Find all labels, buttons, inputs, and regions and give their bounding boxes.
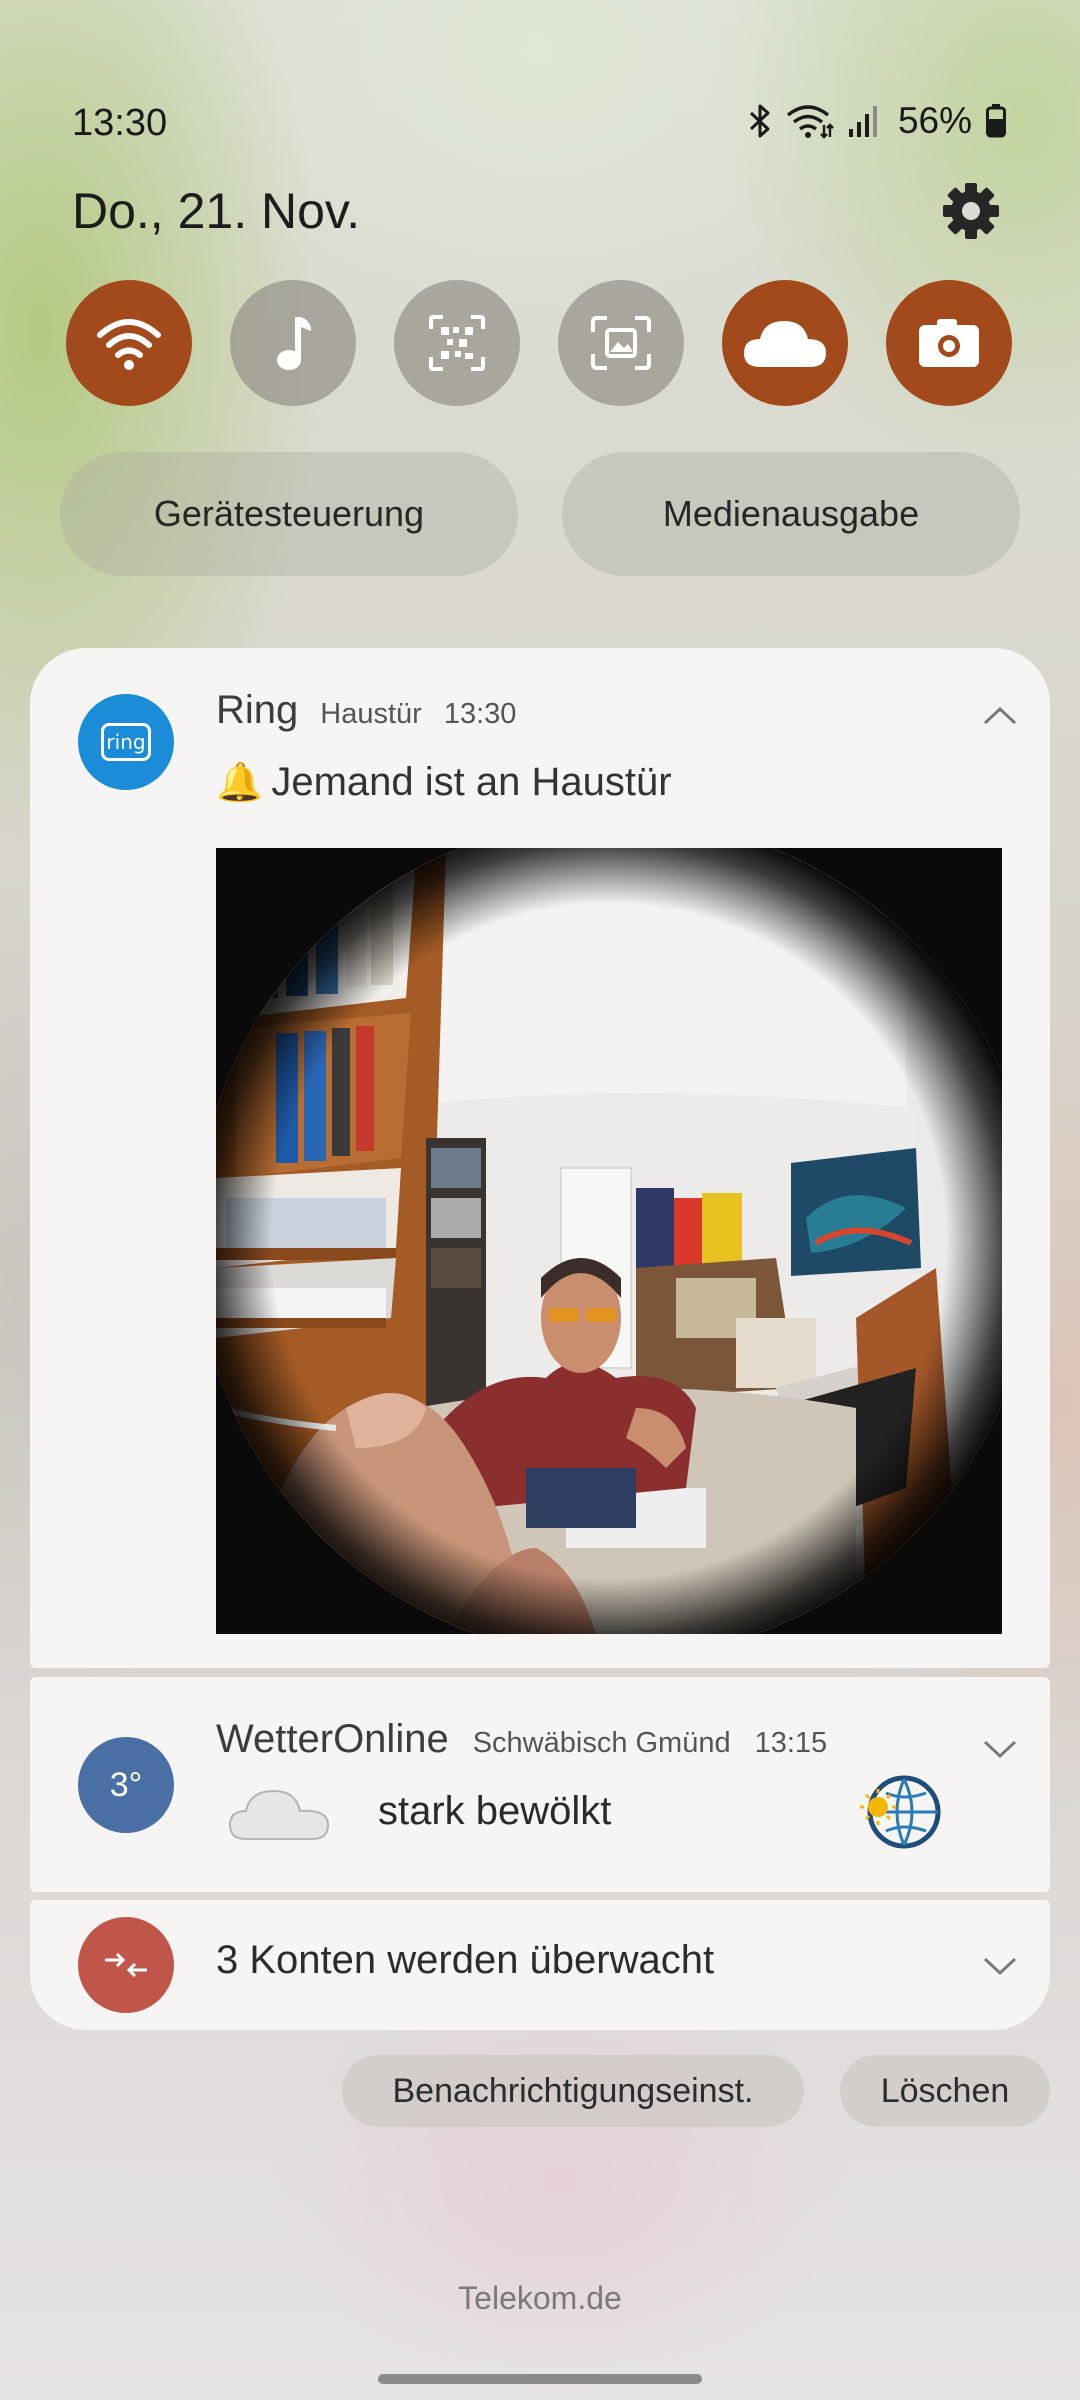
qr-scan-icon xyxy=(429,315,485,371)
screenshot-icon xyxy=(591,316,651,370)
camera-icon xyxy=(919,319,979,367)
camera-image xyxy=(216,848,1002,1634)
ring-notification[interactable]: ring Ring Haustür 13:30 🔔 Jemand ist an … xyxy=(30,648,1050,1668)
ring-message: Jemand ist an Haustür xyxy=(271,760,672,804)
wetteronline-notification[interactable]: 3° WetterOnline Schwäbisch Gmünd 13:15 s… xyxy=(30,1677,1050,1892)
wifi-tile[interactable] xyxy=(66,280,192,406)
settings-gear-icon[interactable] xyxy=(942,182,1000,240)
date-label: Do., 21. Nov. xyxy=(72,183,361,239)
chevron-up-icon[interactable] xyxy=(982,704,1018,726)
wifi-icon xyxy=(97,319,161,370)
bell-emoji: 🔔 xyxy=(216,761,264,804)
accounts-monitored-text: 3 Konten werden überwacht xyxy=(216,1938,715,1982)
camera-tile[interactable] xyxy=(886,280,1012,406)
temperature-label: 3° xyxy=(109,1765,143,1804)
ring-app-icon: ring xyxy=(78,694,174,790)
media-output-button[interactable]: Medienausgabe xyxy=(562,452,1020,576)
security-app-icon xyxy=(78,1917,174,2013)
doorbell-camera-snapshot[interactable] xyxy=(216,848,1002,1634)
wetteronline-logo-icon xyxy=(860,1775,941,1849)
music-tile[interactable] xyxy=(230,280,356,406)
ring-logo: ring xyxy=(101,723,151,761)
status-time: 13:30 xyxy=(72,102,168,144)
wifi-data-icon xyxy=(786,105,834,139)
bluetooth-icon xyxy=(749,104,770,138)
accounts-monitored-notification[interactable]: 3 Konten werden überwacht xyxy=(30,1900,1050,2030)
ring-device-name: Haustür xyxy=(320,698,422,730)
wetteronline-app-icon: 3° xyxy=(78,1737,174,1833)
transfer-arrows-icon xyxy=(105,1952,147,1978)
home-indicator[interactable] xyxy=(378,2374,702,2384)
ring-app-name: Ring xyxy=(216,688,299,732)
clear-all-button[interactable]: Löschen xyxy=(840,2055,1050,2127)
music-note-icon xyxy=(277,317,311,370)
chevron-down-icon[interactable] xyxy=(982,1739,1018,1761)
cloudy-weather-icon xyxy=(228,1789,330,1840)
notification-settings-button[interactable]: Benachrichtigungseinst. xyxy=(342,2055,804,2127)
wetteronline-time: 13:15 xyxy=(754,1727,828,1759)
chevron-down-icon[interactable] xyxy=(982,1956,1018,1978)
wetteronline-message: stark bewölkt xyxy=(378,1789,612,1833)
screenshot-tile[interactable] xyxy=(558,280,684,406)
cloud-icon xyxy=(744,321,826,367)
quick-settings-tiles xyxy=(0,280,1080,408)
battery-percent: 56% xyxy=(897,100,972,141)
wetteronline-app-name: WetterOnline xyxy=(216,1717,449,1761)
qr-scanner-tile[interactable] xyxy=(394,280,520,406)
device-control-button[interactable]: Gerätesteuerung xyxy=(60,452,518,576)
battery-icon xyxy=(986,104,1006,138)
ring-time: 13:30 xyxy=(443,698,517,730)
cloud-tile[interactable] xyxy=(722,280,848,406)
carrier-label: Telekom.de xyxy=(458,2280,622,2316)
wetteronline-location: Schwäbisch Gmünd xyxy=(472,1727,731,1759)
signal-icon xyxy=(848,106,877,137)
status-icons: 56% xyxy=(748,100,1006,142)
